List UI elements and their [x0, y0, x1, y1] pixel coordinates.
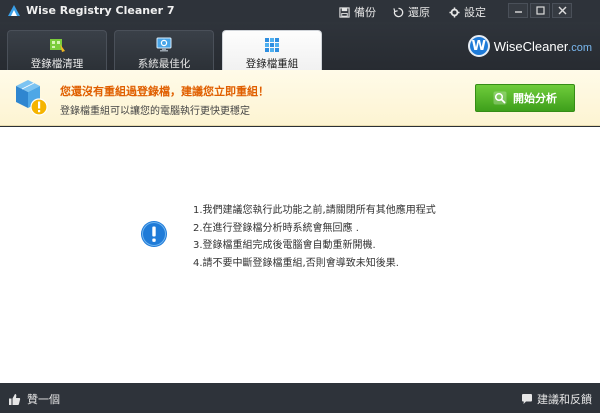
tip-item: 4.請不要中斷登錄檔重組,否則會導致未知後果.	[193, 257, 399, 269]
gear-icon	[449, 6, 460, 18]
alert-title: 您還沒有重組過登錄檔，建議您立即重組！	[60, 85, 269, 98]
restore-label: 還原	[408, 6, 430, 19]
monitor-optimize-icon	[156, 37, 172, 52]
close-icon	[558, 6, 566, 15]
backup-label: 備份	[354, 6, 376, 19]
close-button[interactable]	[552, 3, 572, 18]
minimize-button[interactable]	[508, 3, 528, 18]
tab-system-optimize[interactable]: 系統最佳化	[114, 30, 214, 70]
defrag-alert-panel: 您還沒有重組過登錄檔，建議您立即重組！ 登錄檔重組可以讓您的電腦執行更快更穩定 …	[0, 70, 600, 126]
restore-button[interactable]: 還原	[393, 4, 430, 20]
start-analysis-label: 開始分析	[513, 92, 557, 105]
tab-strip: 登錄檔清理 系統最佳化 登錄檔重組 W WiseCleaner.com	[0, 22, 600, 70]
tip-item: 1.我們建議您執行此功能之前,請關閉所有其他應用程式	[193, 205, 436, 216]
backup-button[interactable]: 備份	[339, 4, 376, 20]
tip-item: 2.在進行登錄檔分析時系統會無回應 .	[193, 222, 359, 234]
registry-clean-icon	[50, 39, 65, 52]
chat-bubble-icon	[522, 394, 532, 404]
tab-registry-cleaner[interactable]: 登錄檔清理	[7, 30, 107, 70]
brand-logo[interactable]: W WiseCleaner.com	[467, 35, 592, 57]
window-title: Wise Registry Cleaner 7	[26, 4, 175, 17]
main-content: 1.我們建議您執行此功能之前,請關閉所有其他應用程式 2.在進行登錄檔分析時系統…	[0, 127, 600, 383]
registry-defrag-icon	[265, 38, 279, 52]
tab-label: 登錄檔清理	[30, 58, 84, 70]
tips-list: 1.我們建議您執行此功能之前,請關閉所有其他應用程式 2.在進行登錄檔分析時系統…	[193, 202, 436, 272]
info-icon	[141, 221, 167, 247]
save-icon	[339, 6, 350, 18]
tip-item: 3.登錄檔重組完成後電腦會自動重新開機.	[193, 240, 376, 251]
restore-icon	[393, 7, 404, 17]
minimize-icon	[514, 11, 522, 13]
maximize-icon	[535, 6, 545, 15]
registry-warning-icon	[16, 80, 48, 116]
tab-registry-defrag[interactable]: 登錄檔重組	[222, 30, 322, 70]
maximize-button[interactable]	[530, 3, 550, 18]
thumbs-up-icon	[9, 393, 21, 405]
settings-button[interactable]: 設定	[449, 4, 486, 20]
brand-name: WiseCleaner.com	[493, 38, 592, 54]
feedback-button[interactable]: 建議和反饋	[521, 391, 592, 407]
tab-label: 系統最佳化	[137, 58, 191, 70]
start-analysis-button[interactable]: 開始分析	[475, 84, 575, 112]
title-bar: Wise Registry Cleaner 7 備份 還原 設定	[0, 0, 600, 22]
tab-label: 登錄檔重組	[245, 58, 299, 70]
feedback-label: 建議和反饋	[537, 393, 592, 406]
app-logo-icon	[8, 5, 20, 16]
settings-label: 設定	[464, 6, 486, 19]
alert-subtitle: 登錄檔重組可以讓您的電腦執行更快更穩定	[60, 106, 250, 117]
like-label: 贊一個	[27, 393, 60, 406]
magnifier-icon	[493, 91, 507, 105]
brand-badge: W	[467, 35, 490, 57]
status-bar: 贊一個 建議和反饋	[0, 383, 600, 413]
like-button[interactable]: 贊一個	[8, 391, 60, 407]
